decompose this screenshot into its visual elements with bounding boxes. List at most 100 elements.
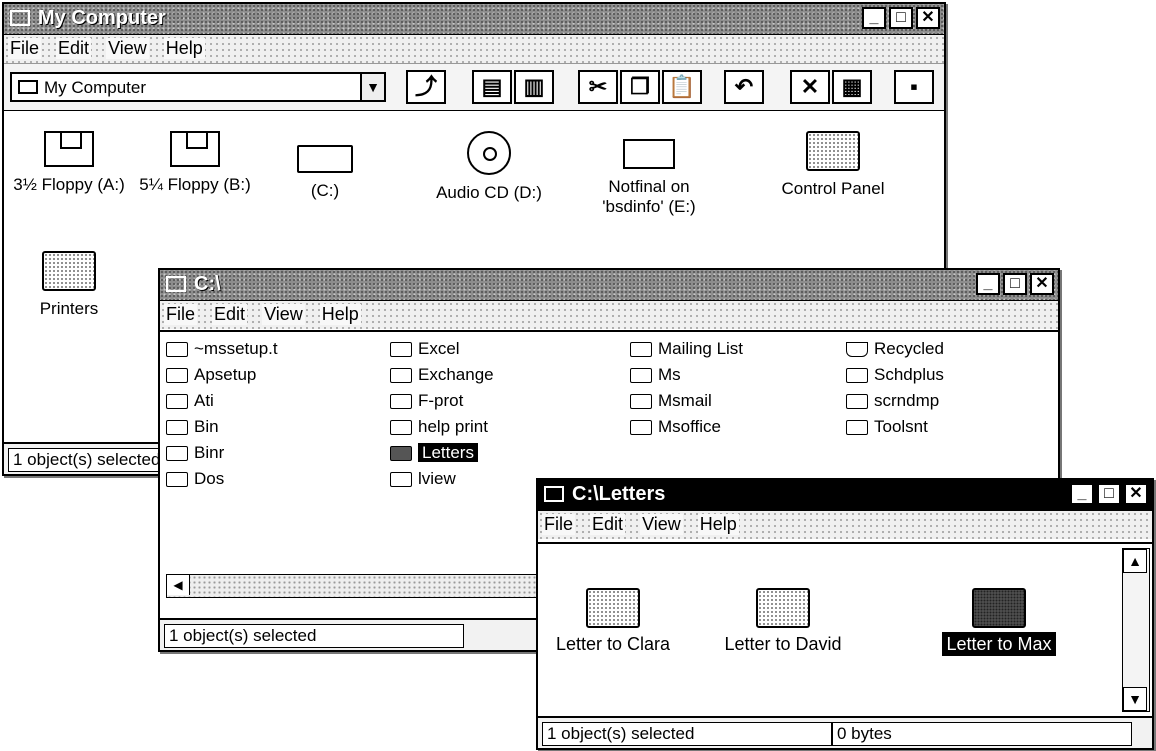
network-drive-icon [623,139,675,169]
paste-icon[interactable]: 📋 [662,70,702,104]
letters-window: C:\Letters _ □ ✕ File Edit View Help Let… [536,478,1154,750]
drive-e[interactable]: Notfinal on 'bsdinfo' (E:) [584,131,714,249]
list-item[interactable]: scrndmp [846,388,1046,414]
printers[interactable]: Printers [4,251,134,319]
arrow-up-icon[interactable]: ▲ [1123,549,1147,573]
menu-file[interactable]: File [164,304,198,325]
close-button[interactable]: ✕ [1124,483,1148,505]
menu-view[interactable]: View [262,304,305,325]
menu-help[interactable]: Help [697,514,739,535]
arrow-down-icon[interactable]: ▼ [1123,687,1147,711]
copy-icon[interactable]: ❐ [620,70,660,104]
folder-icon [166,446,188,461]
list-item[interactable]: F-prot [390,388,610,414]
menu-edit[interactable]: Edit [212,304,248,325]
drive-b[interactable]: 5¼ Floppy (B:) [130,131,260,195]
list-item[interactable]: Dos [166,466,366,492]
drive-label: Notfinal on 'bsdinfo' (E:) [602,177,696,216]
address-combo[interactable]: My Computer ▼ [10,72,386,102]
drive-d[interactable]: Audio CD (D:) [414,131,564,203]
drive-a[interactable]: 3½ Floppy (A:) [4,131,134,195]
cut-icon[interactable]: ✂ [578,70,618,104]
letter-clara[interactable]: Letter to Clara [538,588,688,655]
folder-icon [166,368,188,383]
folder-icon [846,368,868,383]
maximize-button[interactable]: □ [1097,483,1121,505]
cd-icon [467,131,511,175]
address-value: My Computer [44,78,147,97]
item-label: Letter to Max [942,632,1056,656]
icon-view: Letter to Clara Letter to David Letter t… [538,542,1152,716]
up-folder-icon[interactable]: ⤴ [406,70,446,104]
status-bar: 1 object(s) selected 0 bytes [538,716,1152,748]
folder-icon [586,588,640,628]
drive-c[interactable]: (C:) [260,131,390,201]
minimize-button[interactable]: _ [862,7,886,29]
maximize-button[interactable]: □ [889,7,913,29]
list-column: Excel Exchange F-prot help print Letters… [390,336,610,492]
list-item[interactable]: ~mssetup.t [166,336,366,362]
list-item-selected[interactable]: Letters [390,440,610,466]
computer-icon [18,80,38,94]
list-item[interactable]: Msoffice [630,414,830,440]
size-text: 0 bytes [832,722,1132,746]
menu-help[interactable]: Help [319,304,361,325]
undo-icon[interactable]: ↶ [724,70,764,104]
list-item[interactable]: Recycled [846,336,1046,362]
window-title: C:\ [194,273,221,295]
minimize-button[interactable]: _ [976,273,1000,295]
close-button[interactable]: ✕ [1030,273,1054,295]
list-item[interactable]: Excel [390,336,610,362]
menu-edit[interactable]: Edit [56,38,92,59]
folder-icon [846,420,868,435]
disconnect-icon[interactable]: ▥ [514,70,554,104]
list-column: Mailing List Ms Msmail Msoffice [630,336,830,440]
list-item[interactable]: Mailing List [630,336,830,362]
drive-label: (C:) [310,181,340,200]
menu-view[interactable]: View [106,38,149,59]
menu-file[interactable]: File [8,38,42,59]
close-button[interactable]: ✕ [916,7,940,29]
folder-icon [630,368,652,383]
list-item[interactable]: Toolsnt [846,414,1046,440]
delete-icon[interactable]: ✕ [790,70,830,104]
list-item[interactable]: Schdplus [846,362,1046,388]
window-title: My Computer [38,7,166,29]
menu-file[interactable]: File [542,514,576,535]
letter-max[interactable]: Letter to Max [924,588,1074,656]
list-item[interactable]: Ms [630,362,830,388]
item-label: Control Panel [781,179,885,198]
status-text: 1 object(s) selected [542,722,832,746]
menu-view[interactable]: View [640,514,683,535]
list-item[interactable]: Binr [166,440,366,466]
floppy-drive-icon [170,131,220,167]
menu-help[interactable]: Help [163,38,205,59]
chevron-down-icon[interactable]: ▼ [360,72,386,102]
list-item[interactable]: Exchange [390,362,610,388]
title-bar[interactable]: My Computer _ □ ✕ [4,4,944,35]
maximize-button[interactable]: □ [1003,273,1027,295]
folder-icon [390,420,412,435]
folder-icon [390,368,412,383]
title-bar[interactable]: C:\Letters _ □ ✕ [538,480,1152,511]
minimize-button[interactable]: _ [1070,483,1094,505]
drive-icon [166,276,186,292]
menu-edit[interactable]: Edit [590,514,626,535]
folder-icon [756,588,810,628]
menu-bar: File Edit View Help [538,511,1152,539]
list-item[interactable]: Apsetup [166,362,366,388]
list-item[interactable]: help print [390,414,610,440]
list-item[interactable]: Ati [166,388,366,414]
properties-icon[interactable]: ▦ [832,70,872,104]
letter-david[interactable]: Letter to David [708,588,858,655]
map-drive-icon[interactable]: ▤ [472,70,512,104]
vertical-scrollbar[interactable]: ▲ ▼ [1122,548,1150,712]
control-panel[interactable]: Control Panel [758,131,908,199]
list-item[interactable]: Msmail [630,388,830,414]
view-icon[interactable]: ▪ [894,70,934,104]
computer-icon [10,10,30,26]
folder-icon [630,394,652,409]
title-bar[interactable]: C:\ _ □ ✕ [160,270,1058,301]
list-item[interactable]: Bin [166,414,366,440]
arrow-left-icon[interactable]: ◀ [167,575,190,595]
